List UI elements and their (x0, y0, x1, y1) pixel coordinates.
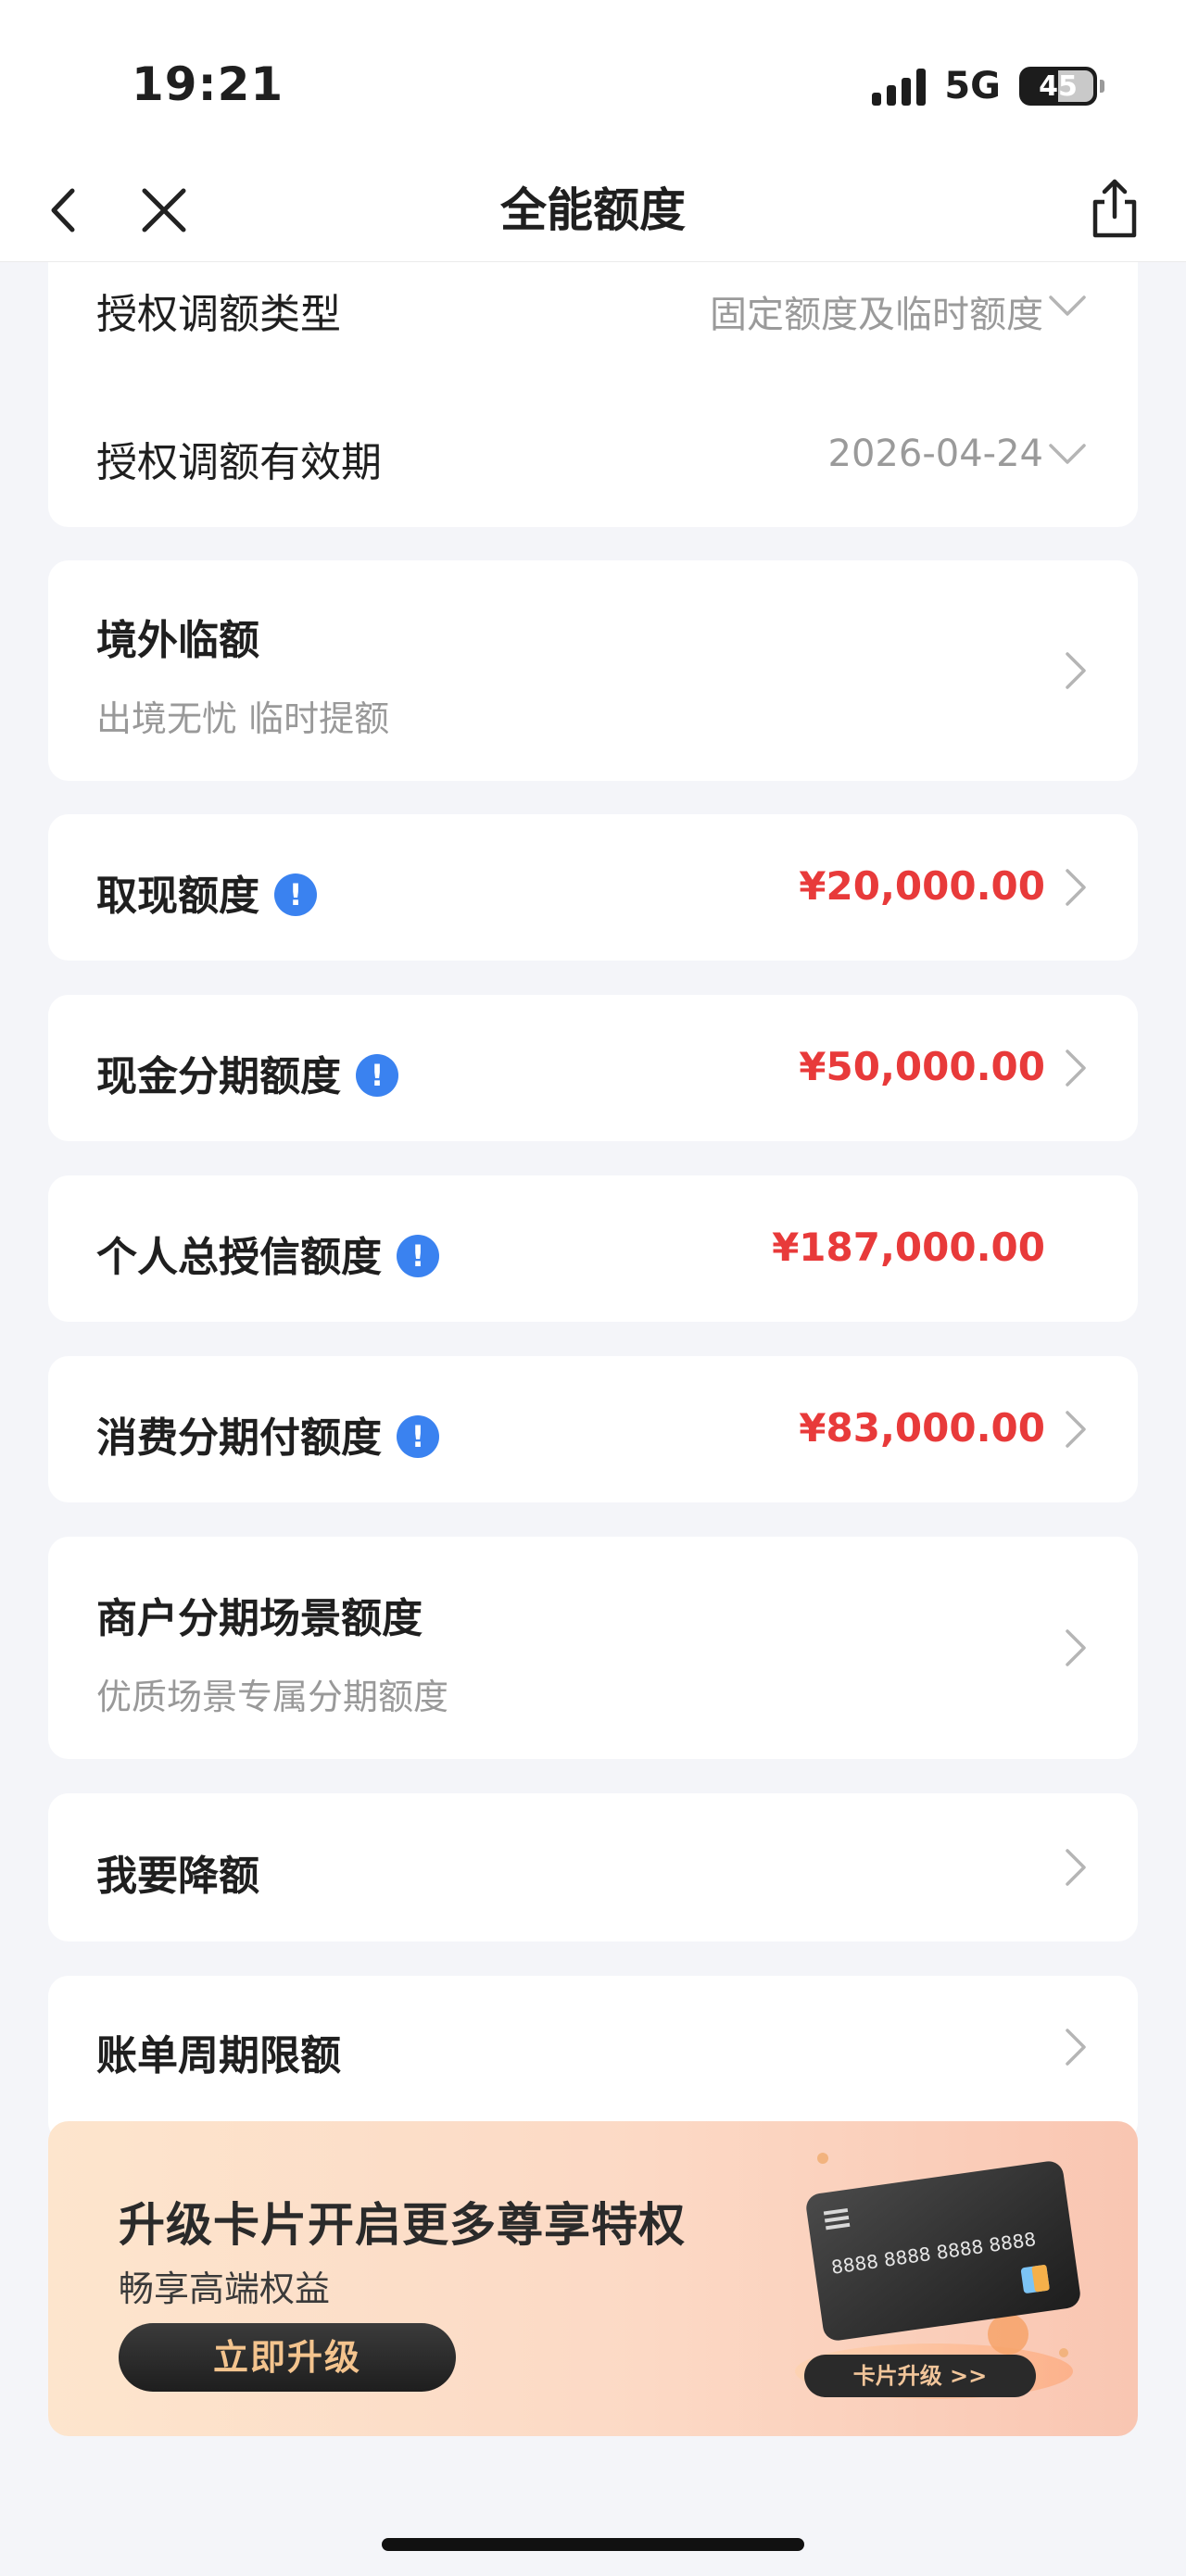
status-time: 19:21 (132, 57, 284, 111)
reduce-limit-card[interactable]: 我要降额 (48, 1793, 1138, 1941)
cash-installment-row: 现金分期额度! (96, 1043, 398, 1102)
home-indicator[interactable] (382, 2538, 804, 2551)
merchant-title: 商户分期场景额度 (96, 1595, 423, 1642)
cash-limit-card[interactable]: 取现额度! ¥20,000.00 (48, 814, 1138, 961)
auth-type-label: 授权调额类型 (96, 291, 341, 338)
chevron-right-icon (1066, 869, 1086, 906)
auth-type-value[interactable]: 固定额度及临时额度 (710, 284, 1043, 338)
cash-limit-row: 取现额度! (96, 862, 317, 922)
info-icon[interactable]: ! (397, 1235, 439, 1277)
share-icon[interactable] (1080, 174, 1149, 243)
consume-installment-card[interactable]: 消费分期付额度! ¥83,000.00 (48, 1356, 1138, 1502)
chevron-right-icon (1066, 2029, 1086, 2066)
signal-icon (872, 67, 927, 106)
consume-installment-title: 消费分期付额度 (96, 1414, 382, 1462)
total-credit-amount: ¥187,000.00 (772, 1225, 1045, 1270)
info-icon[interactable]: ! (397, 1415, 439, 1458)
total-credit-row: 个人总授信额度! (96, 1224, 439, 1283)
upgrade-promo-banner[interactable]: 升级卡片开启更多尊享特权 畅享高端权益 立即升级 8888 8888 8888 … (48, 2121, 1138, 2436)
auth-validity-label: 授权调额有效期 (96, 439, 382, 486)
billing-cycle-title: 账单周期限额 (96, 2032, 341, 2080)
chevron-right-icon (1066, 652, 1086, 689)
page-title: 全能额度 (500, 183, 686, 237)
reduce-limit-title: 我要降额 (96, 1853, 259, 1900)
merchant-subtitle: 优质场景专属分期额度 (96, 1677, 449, 1717)
overseas-temp-limit-card[interactable]: 境外临额 出境无忧 临时提额 (48, 560, 1138, 781)
auth-validity-value[interactable]: 2026-04-24 (828, 433, 1043, 475)
chevron-down-icon[interactable] (1045, 290, 1090, 320)
info-icon[interactable]: ! (274, 873, 317, 916)
merchant-installment-card[interactable]: 商户分期场景额度 优质场景专属分期额度 (48, 1537, 1138, 1759)
consume-installment-amount: ¥83,000.00 (799, 1405, 1045, 1451)
chevron-down-icon[interactable] (1045, 438, 1090, 468)
chevron-right-icon (1066, 1629, 1086, 1666)
overseas-subtitle: 出境无忧 临时提额 (96, 698, 390, 739)
battery-icon: 45 (1019, 67, 1104, 106)
overseas-title: 境外临额 (96, 617, 259, 664)
total-credit-card: 个人总授信额度! ¥187,000.00 (48, 1175, 1138, 1322)
total-credit-title: 个人总授信额度 (96, 1234, 382, 1281)
card-upgrade-tag: 卡片升级 >> (853, 2363, 988, 2389)
upgrade-now-button[interactable]: 立即升级 (119, 2323, 456, 2392)
status-indicators: 5G 45 (872, 63, 1104, 109)
network-type: 5G (944, 65, 1001, 107)
chevron-right-icon (1066, 1049, 1086, 1087)
status-bar: 19:21 5G 45 (0, 0, 1186, 157)
cash-installment-amount: ¥50,000.00 (799, 1044, 1045, 1089)
cash-installment-card[interactable]: 现金分期额度! ¥50,000.00 (48, 995, 1138, 1141)
promo-subtitle: 畅享高端权益 (119, 2268, 331, 2309)
cash-limit-title: 取现额度 (96, 873, 259, 920)
chevron-right-icon (1066, 1411, 1086, 1448)
credit-card-illustration: 8888 8888 8888 8888 卡片升级 >> (795, 2153, 1080, 2399)
promo-title: 升级卡片开启更多尊享特权 (119, 2198, 686, 2252)
cash-installment-title: 现金分期额度 (96, 1053, 341, 1100)
cash-limit-amount: ¥20,000.00 (799, 863, 1045, 909)
consume-installment-row: 消费分期付额度! (96, 1404, 439, 1464)
page: 19:21 5G 45 全能额度 授权调额类型 固定额度及临时额度 授权调额有效… (0, 0, 1186, 2576)
nav-bar: 全能额度 (0, 157, 1186, 262)
info-icon[interactable]: ! (356, 1054, 398, 1097)
billing-cycle-card[interactable]: 账单周期限额 (48, 1976, 1138, 2142)
auth-adjust-card: 授权调额类型 固定额度及临时额度 授权调额有效期 2026-04-24 (48, 262, 1138, 527)
chevron-right-icon (1066, 1849, 1086, 1886)
battery-level: 45 (1039, 69, 1078, 103)
